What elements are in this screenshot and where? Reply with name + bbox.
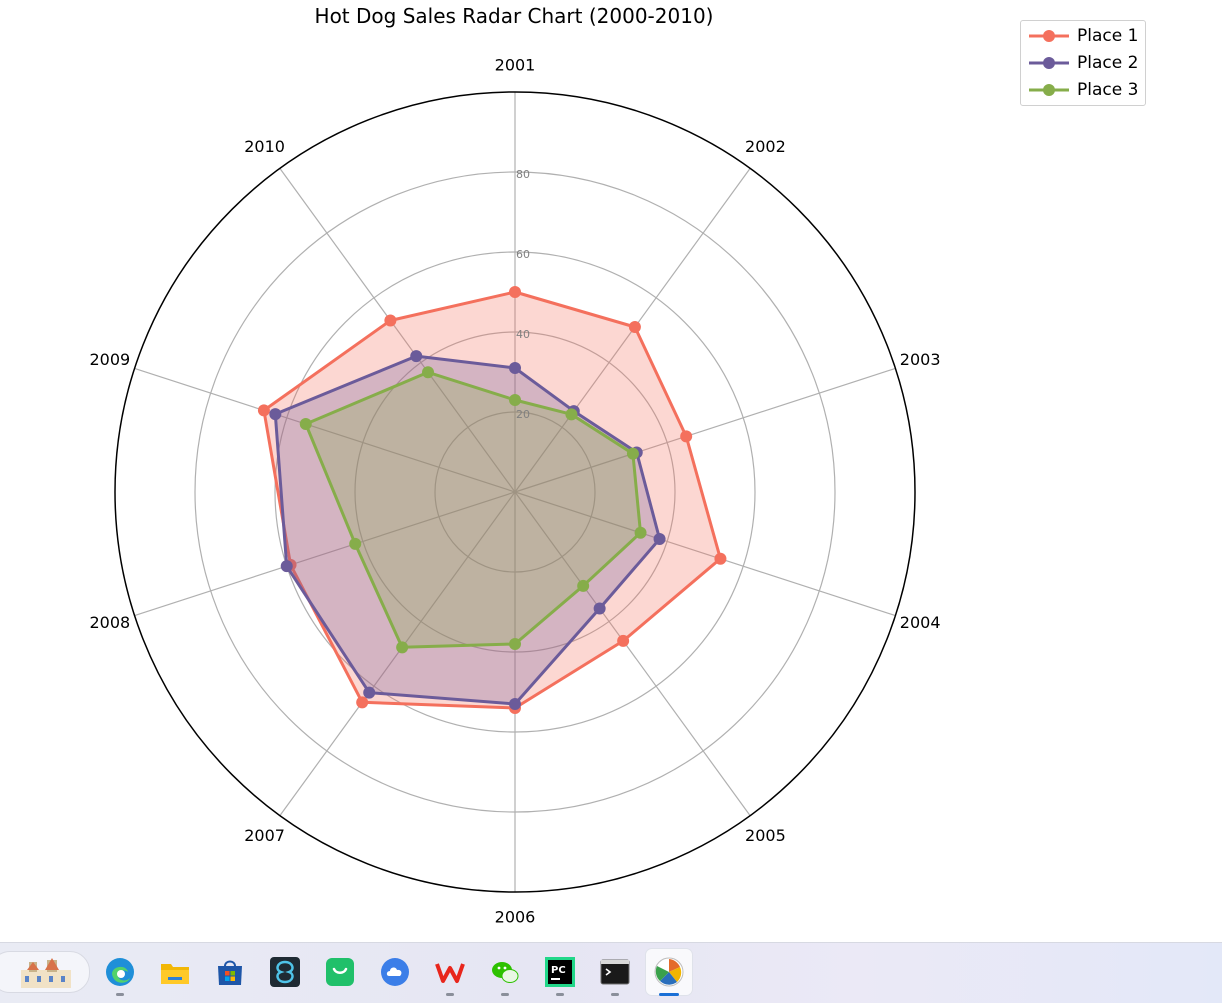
axis-label-2002: 2002: [745, 137, 786, 156]
weather-widget[interactable]: [0, 951, 90, 993]
legend-swatch-place-1: [1029, 30, 1069, 42]
axis-label-2006: 2006: [495, 908, 536, 927]
axis-label-2001: 2001: [495, 56, 536, 75]
taskbar-edge[interactable]: [97, 949, 143, 996]
data-point-place-2-2010: [410, 350, 423, 363]
taskbar-cloud-app[interactable]: [372, 949, 418, 995]
axis-label-2004: 2004: [900, 613, 941, 632]
weather-widget-icon: [21, 958, 71, 988]
running-indicator: [446, 993, 454, 996]
taskbar-terminal[interactable]: [592, 949, 638, 996]
radial-tick-80: 80: [516, 168, 530, 181]
data-point-place-2-2004: [653, 532, 666, 545]
data-point-place-1-2001: [509, 286, 521, 298]
data-point-place-1-2010: [384, 314, 397, 327]
chart-window: 20 40 60 80 2001 2002 2003 2004 2005 2006 2007 2008…: [0, 0, 1222, 942]
radial-tick-60: 60: [516, 248, 530, 261]
taskbar-wps[interactable]: [427, 949, 473, 996]
data-point-place-1-2002: [628, 320, 641, 333]
axis-label-2009: 2009: [89, 350, 130, 369]
data-point-place-2-2006: [509, 698, 521, 710]
svg-text:PC: PC: [551, 965, 566, 976]
axis-label-2007: 2007: [244, 826, 285, 845]
data-point-place-1-2004: [714, 552, 727, 565]
data-point-place-1-2005: [617, 634, 630, 647]
data-point-place-3-2010: [422, 366, 435, 379]
legend-swatch-place-3: [1029, 84, 1069, 96]
edge-browser-icon: [106, 958, 134, 986]
taskbar-green-chat[interactable]: [317, 949, 363, 995]
data-point-place-3-2005: [577, 579, 590, 592]
data-point-place-2-2007: [363, 686, 376, 699]
data-point-place-3-2004: [634, 526, 647, 539]
legend-label-place-3: Place 3: [1077, 80, 1139, 100]
chart-title: Hot Dog Sales Radar Chart (2000-2010): [314, 4, 714, 28]
radial-tick-20: 20: [516, 408, 530, 421]
axis-label-2003: 2003: [900, 350, 941, 369]
data-point-place-3-2009: [299, 418, 312, 431]
taskbar-swirl-app[interactable]: [262, 949, 308, 995]
terminal-icon: [600, 959, 630, 985]
data-point-place-3-2007: [396, 641, 409, 654]
data-point-place-2-2008: [280, 560, 293, 573]
axis-label-2008: 2008: [89, 613, 130, 632]
data-point-place-3-2002: [565, 408, 578, 421]
axis-label-2005: 2005: [745, 826, 786, 845]
legend-item-place-1: Place 1: [1027, 25, 1143, 47]
data-point-place-2-2001: [509, 362, 521, 374]
radial-tick-40: 40: [516, 328, 530, 341]
matplotlib-icon: [654, 957, 684, 987]
radar-chart: 20 40 60 80 2001 2002 2003 2004 2005 2006 2007 2008…: [89, 56, 941, 927]
taskbar-store[interactable]: [207, 949, 253, 995]
cloud-app-icon: [381, 958, 409, 986]
swirl-app-icon: [270, 957, 300, 987]
legend: Place 1 Place 2 Place 3: [1020, 20, 1146, 106]
running-indicator: [556, 993, 564, 996]
running-indicator: [659, 993, 679, 996]
wechat-icon: [492, 962, 519, 983]
legend-label-place-1: Place 1: [1077, 26, 1139, 46]
store-icon: [218, 960, 242, 985]
wps-office-icon: [435, 963, 465, 983]
data-point-place-3-2006: [509, 638, 521, 650]
axis-label-2010: 2010: [244, 137, 285, 156]
legend-swatch-place-2: [1029, 57, 1069, 69]
legend-item-place-2: Place 2: [1027, 52, 1143, 74]
data-point-place-2-2009: [269, 408, 282, 421]
taskbar-pycharm[interactable]: PC: [537, 949, 583, 996]
chat-green-icon: [326, 958, 354, 986]
data-point-place-3-2003: [626, 447, 639, 460]
data-point-place-2-2005: [593, 602, 606, 615]
legend-label-place-2: Place 2: [1077, 53, 1139, 73]
data-point-place-1-2009: [257, 404, 270, 417]
data-point-place-3-2001: [509, 394, 521, 406]
running-indicator: [116, 993, 124, 996]
data-point-place-3-2008: [349, 537, 362, 550]
data-point-place-1-2003: [680, 430, 693, 443]
taskbar: PC: [0, 942, 1222, 1003]
running-indicator: [611, 993, 619, 996]
running-indicator: [501, 993, 509, 996]
data-point-place-1-2007: [356, 696, 369, 709]
taskbar-file-explorer[interactable]: [152, 949, 198, 995]
folder-icon: [161, 964, 189, 984]
taskbar-wechat[interactable]: [482, 949, 528, 996]
taskbar-python-plot[interactable]: [646, 949, 692, 996]
pycharm-icon: PC: [545, 957, 575, 987]
legend-item-place-3: Place 3: [1027, 79, 1143, 101]
